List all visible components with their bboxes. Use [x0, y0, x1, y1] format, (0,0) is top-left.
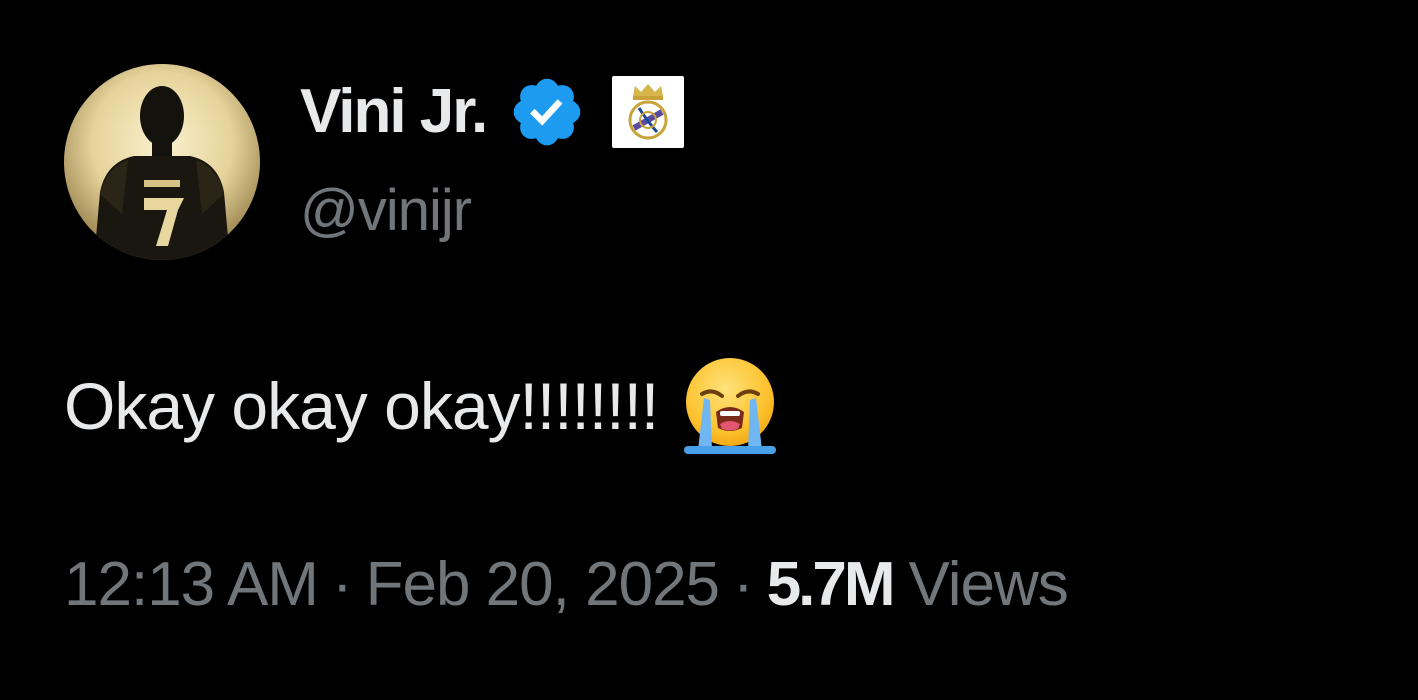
real-madrid-crest-icon[interactable] — [612, 76, 685, 148]
tweet-time[interactable]: 12:13 AM — [64, 554, 319, 616]
views-count: 5.7M — [766, 550, 896, 619]
tweet-meta: 12:13 AM · Feb 20, 2025 · 5.7M Views — [64, 550, 1069, 620]
player-silhouette-icon — [64, 64, 260, 260]
views-label: Views — [908, 550, 1069, 619]
author-avatar[interactable] — [64, 64, 260, 260]
verified-badge-icon[interactable] — [508, 73, 586, 151]
tweet-card: Vini Jr. @vinijr Okay okay okay!!!!!!!! — [0, 0, 1418, 700]
tweet-date[interactable]: Feb 20, 2025 — [366, 554, 720, 616]
tweet-body: Okay okay okay!!!!!!!! — [64, 356, 782, 456]
loudly-crying-face-icon — [678, 354, 782, 458]
meta-separator: · — [331, 550, 353, 619]
author-display-name[interactable]: Vini Jr. — [300, 81, 488, 143]
author-handle[interactable]: @vinijr — [300, 182, 472, 240]
author-name-row: Vini Jr. — [300, 72, 685, 152]
meta-separator: · — [733, 550, 754, 619]
tweet-text: Okay okay okay!!!!!!!! — [64, 369, 659, 443]
